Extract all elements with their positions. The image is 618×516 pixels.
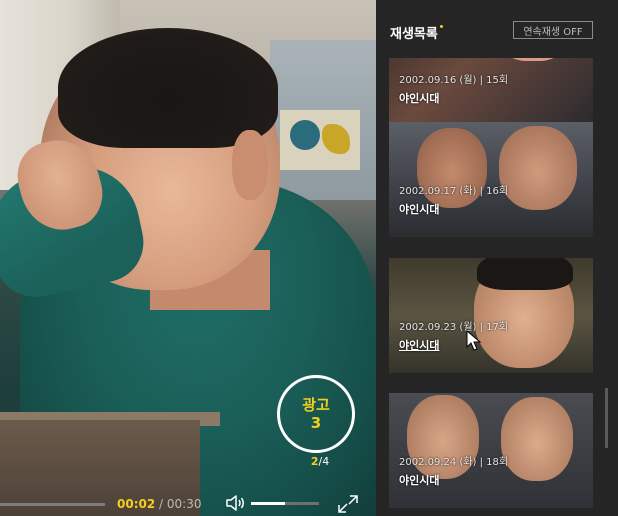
current-time: 00:02 [117, 497, 156, 511]
duration: 00:30 [166, 497, 202, 511]
ad-total: 4 [322, 455, 330, 468]
autoplay-toggle[interactable]: 연속재생 OFF [513, 21, 593, 39]
background-board [270, 40, 376, 200]
expand-icon[interactable] [337, 494, 359, 514]
playlist-scrollbar[interactable] [605, 388, 608, 448]
speaker-icon[interactable] [225, 494, 247, 512]
episode-thumbnail [389, 122, 593, 237]
playlist-list: 2002.09.16 (월) | 15회 야인시대 2002.09.17 (화)… [389, 58, 593, 516]
ad-countdown: 3 [310, 414, 322, 432]
episode-title: 야인시대 [399, 203, 440, 216]
episode-meta: 2002.09.24 (화) | 18회 [399, 457, 509, 468]
ad-label: 광고 [302, 396, 330, 414]
episode-meta: 2002.09.16 (월) | 15회 [399, 75, 509, 86]
progress-bar[interactable] [0, 503, 105, 506]
playlist-panel: 재생목록 연속재생 OFF 2002.09.16 (월) | 15회 야인시대 … [376, 0, 618, 516]
person-ear [232, 130, 268, 200]
playlist-title: 재생목록 [390, 23, 443, 42]
episode-meta: 2002.09.23 (월) | 17회 [399, 322, 509, 333]
video-player[interactable]: 광고 3 2/4 00:02 / 00:30 [0, 0, 376, 516]
episode-thumbnail [389, 258, 593, 373]
playlist-item[interactable]: 2002.09.23 (월) | 17회 야인시대 [389, 258, 593, 373]
playlist-item[interactable]: 2002.09.24 (화) | 18회 야인시대 [389, 393, 593, 508]
ad-countdown-badge: 광고 3 [277, 375, 355, 453]
episode-title: 야인시대 [399, 92, 440, 105]
mouse-cursor-icon [466, 330, 482, 351]
background-poster [280, 110, 360, 170]
ad-counter: 2/4 [300, 455, 340, 468]
episode-title: 야인시대 [399, 474, 440, 487]
playlist-item[interactable]: 2002.09.17 (화) | 16회 야인시대 [389, 122, 593, 237]
episode-title: 야인시대 [399, 339, 440, 352]
volume-level [251, 502, 285, 505]
time-display: 00:02 / 00:30 [117, 497, 202, 511]
episode-thumbnail [389, 393, 593, 508]
playlist-item[interactable]: 2002.09.16 (월) | 15회 야인시대 [389, 58, 593, 126]
episode-meta: 2002.09.17 (화) | 16회 [399, 186, 509, 197]
volume-slider[interactable] [251, 502, 319, 505]
title-dot [439, 25, 443, 28]
time-separator: / [159, 497, 164, 511]
